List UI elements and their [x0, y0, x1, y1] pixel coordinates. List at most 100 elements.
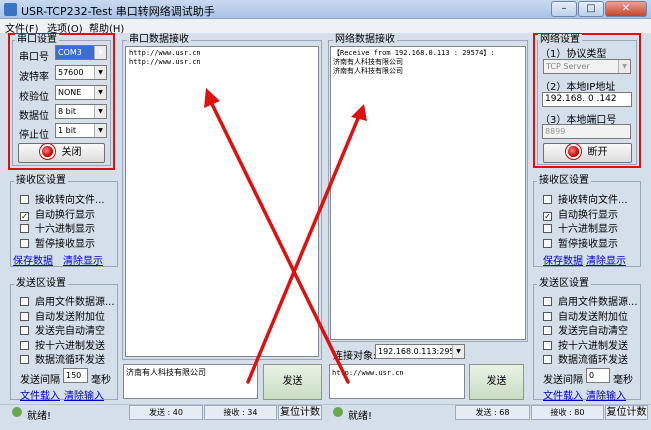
- right-send-option-autoclear[interactable]: 发送完自动清空: [543, 322, 628, 337]
- status-left-recv-count: 接收 : 34: [204, 405, 277, 420]
- chevron-down-icon: ▼: [452, 345, 464, 358]
- network-send-input[interactable]: http://www.usr.cn: [329, 364, 465, 399]
- checkbox-icon[interactable]: [20, 341, 29, 350]
- connection-select[interactable]: 192.168.0.113:2957 ▼: [375, 344, 465, 359]
- right-interval-unit: 毫秒: [613, 375, 633, 386]
- left-clear-display-link[interactable]: 清除显示: [63, 252, 103, 267]
- stopbits-label: 停止位: [19, 130, 49, 141]
- ready-icon: [12, 407, 22, 417]
- port-select[interactable]: COM3 ▼: [55, 45, 107, 60]
- serial-receive-line: http://www.usr.cn: [129, 58, 201, 66]
- protocol-select[interactable]: TCP Server ▼: [543, 59, 631, 74]
- right-recv-option-pause[interactable]: 暂停接收显示: [543, 235, 618, 250]
- checkbox-icon[interactable]: [20, 312, 29, 321]
- network-receive-line: 济南有人科技有限公司: [333, 67, 403, 75]
- checkbox-icon[interactable]: [543, 312, 552, 321]
- status-left-ready: 就绪!: [27, 411, 52, 422]
- serial-settings-title: 串口设置: [15, 34, 59, 45]
- left-clear-input-link[interactable]: 清除输入: [64, 387, 104, 402]
- checkbox-icon[interactable]: [20, 297, 29, 306]
- parity-select[interactable]: NONE ▼: [55, 85, 107, 100]
- parity-label: 校验位: [19, 92, 49, 103]
- status-right-send-count: 发送 : 68: [455, 405, 530, 420]
- right-interval-label: 发送间隔: [543, 375, 583, 386]
- right-send-option-hex[interactable]: 按十六进制发送: [543, 337, 628, 352]
- left-recv-option-file[interactable]: 接收转向文件...: [20, 191, 105, 206]
- right-file-load-link[interactable]: 文件载入: [543, 387, 583, 402]
- local-port-input[interactable]: 8899: [542, 124, 631, 139]
- serial-send-button[interactable]: 发送: [263, 364, 322, 400]
- app-icon: [4, 3, 17, 16]
- left-interval-unit: 毫秒: [91, 375, 111, 386]
- connection-label: 连接对象:: [333, 351, 377, 362]
- network-open-button[interactable]: 断开: [543, 143, 632, 163]
- right-recv-settings-title: 接收区设置: [537, 175, 591, 186]
- serial-close-button[interactable]: 关闭: [18, 143, 105, 163]
- status-lamp-icon: [41, 146, 53, 157]
- left-file-load-link[interactable]: 文件载入: [20, 387, 60, 402]
- checkbox-icon[interactable]: [20, 355, 29, 364]
- right-recv-option-hex[interactable]: 十六进制显示: [543, 220, 618, 235]
- checkbox-icon[interactable]: [20, 326, 29, 335]
- left-send-option-hex[interactable]: 按十六进制发送: [20, 337, 105, 352]
- right-send-option-append[interactable]: 自动发送附加位: [543, 308, 628, 323]
- checkbox-icon[interactable]: [543, 224, 552, 233]
- right-clear-display-link[interactable]: 清除显示: [586, 252, 626, 267]
- checkbox-icon[interactable]: [543, 195, 552, 204]
- protocol-label: （1）协议类型: [540, 49, 607, 60]
- right-send-option-file[interactable]: 启用文件数据源...: [543, 293, 638, 308]
- status-left-send-count: 发送 : 40: [129, 405, 203, 420]
- chevron-down-icon: ▼: [94, 86, 106, 99]
- status-left-reset-button[interactable]: 复位计数: [278, 405, 322, 420]
- left-send-option-autoclear[interactable]: 发送完自动清空: [20, 322, 105, 337]
- checkbox-icon[interactable]: [20, 239, 29, 248]
- databits-select[interactable]: 8 bit ▼: [55, 104, 107, 119]
- right-save-data-link[interactable]: 保存数据: [543, 252, 583, 267]
- network-receive-title: 网络数据接收: [333, 34, 397, 45]
- left-save-data-link[interactable]: 保存数据: [13, 252, 53, 267]
- network-settings-title: 网络设置: [538, 34, 582, 45]
- close-window-button[interactable]: ✕: [605, 1, 647, 17]
- serial-receive-title: 串口数据接收: [127, 34, 191, 45]
- baud-select[interactable]: 57600 ▼: [55, 65, 107, 80]
- left-interval-input[interactable]: 150: [63, 368, 88, 383]
- stopbits-select[interactable]: 1 bit ▼: [55, 123, 107, 138]
- right-recv-option-file[interactable]: 接收转向文件...: [543, 191, 628, 206]
- right-recv-option-wrap[interactable]: ✓ 自动换行显示: [543, 206, 618, 221]
- checkbox-icon[interactable]: [20, 224, 29, 233]
- chevron-down-icon: ▼: [94, 105, 106, 118]
- status-right-ready: 就绪!: [348, 411, 373, 422]
- checkbox-icon[interactable]: [543, 355, 552, 364]
- ip-input[interactable]: 192.168. 0 .142: [542, 92, 632, 107]
- left-send-option-file[interactable]: 启用文件数据源...: [20, 293, 115, 308]
- window-title: USR-TCP232-Test 串口转网络调试助手: [21, 5, 215, 18]
- left-recv-option-wrap[interactable]: ✓ 自动换行显示: [20, 206, 95, 221]
- left-send-option-append[interactable]: 自动发送附加位: [20, 308, 105, 323]
- serial-send-input[interactable]: 济南有人科技有限公司: [123, 364, 258, 399]
- left-recv-option-pause[interactable]: 暂停接收显示: [20, 235, 95, 250]
- maximize-button[interactable]: □: [578, 1, 604, 17]
- chevron-down-icon: ▼: [94, 66, 106, 79]
- right-clear-input-link[interactable]: 清除输入: [586, 387, 626, 402]
- network-receive-area[interactable]: 【Receive from 192.168.0.113 : 29574】: 济南…: [330, 46, 526, 340]
- status-right-recv-count: 接收 : 80: [531, 405, 604, 420]
- checkbox-icon[interactable]: [20, 195, 29, 204]
- network-send-button[interactable]: 发送: [469, 364, 524, 400]
- checkbox-icon[interactable]: [543, 341, 552, 350]
- status-right-reset-button[interactable]: 复位计数: [605, 405, 648, 420]
- left-interval-label: 发送间隔: [20, 375, 60, 386]
- chevron-down-icon: ▼: [94, 46, 106, 59]
- checkbox-icon[interactable]: [543, 297, 552, 306]
- left-recv-option-hex[interactable]: 十六进制显示: [20, 220, 95, 235]
- databits-label: 数据位: [19, 111, 49, 122]
- checkbox-icon[interactable]: [543, 239, 552, 248]
- ready-icon: [333, 407, 343, 417]
- serial-receive-area[interactable]: http://www.usr.cn http://www.usr.cn: [125, 46, 319, 357]
- port-label: 串口号: [19, 52, 49, 63]
- title-bar: USR-TCP232-Test 串口转网络调试助手 – □ ✕: [0, 0, 651, 19]
- minimize-button[interactable]: –: [551, 1, 577, 17]
- right-send-option-loop[interactable]: 数据流循环发送: [543, 351, 628, 366]
- right-interval-input[interactable]: 0: [586, 368, 610, 383]
- left-send-option-loop[interactable]: 数据流循环发送: [20, 351, 105, 366]
- checkbox-icon[interactable]: [543, 326, 552, 335]
